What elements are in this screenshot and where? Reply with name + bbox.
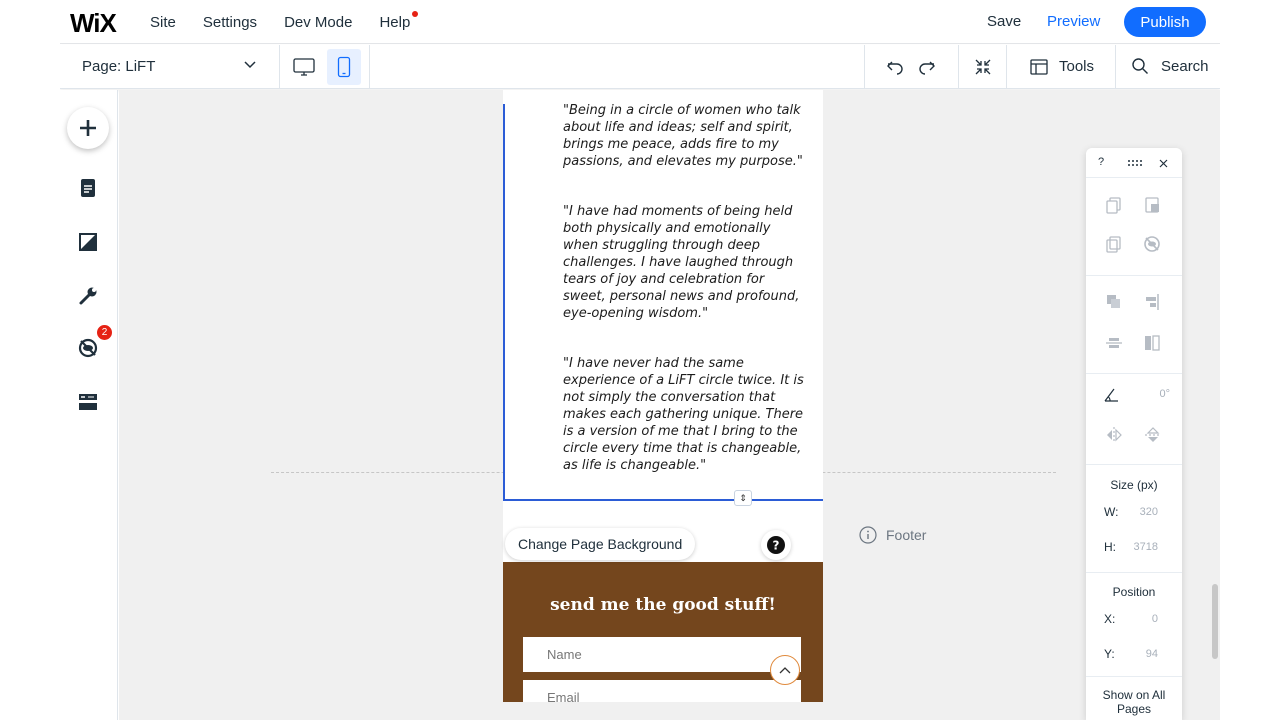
paste-icon[interactable] <box>1143 196 1161 214</box>
page-selector[interactable]: Page: LiFT <box>82 58 155 75</box>
preview-button[interactable]: Preview <box>1047 13 1100 30</box>
panel-divider <box>1086 275 1182 276</box>
testimonial-quote-3: "I have never had the same experience of… <box>563 356 804 473</box>
editor-toolbar: Page: LiFT Tools Search <box>60 45 1220 89</box>
zoom-out-icon[interactable] <box>973 57 993 77</box>
left-sidebar: 2 <box>60 90 118 720</box>
panel-divider <box>1086 464 1182 465</box>
panel-divider <box>1086 373 1182 374</box>
testimonial-quote-2: "I have had moments of being held both p… <box>563 204 800 321</box>
scroll-up-button[interactable] <box>770 655 800 685</box>
testimonial-quote-1: "Being in a circle of women who talk abo… <box>563 103 803 169</box>
distribute-icon[interactable] <box>1105 334 1123 352</box>
mobile-icon <box>337 56 351 78</box>
layout-tools-panel: ? 0° Size (px) W: 320 H: 3718 Position X… <box>1086 148 1182 720</box>
panel-header: ? <box>1086 148 1182 178</box>
height-label: H: <box>1104 540 1116 554</box>
flip-horizontal-icon[interactable] <box>1105 426 1123 444</box>
mobile-page: "Being in a circle of women who talk abo… <box>503 90 823 702</box>
divider <box>958 45 959 89</box>
canvas-scrollbar[interactable] <box>1212 584 1218 659</box>
search-button[interactable]: Search <box>1161 58 1209 75</box>
hide-icon[interactable] <box>1143 235 1161 253</box>
notification-dot <box>412 10 419 17</box>
divider <box>864 45 865 89</box>
publish-button[interactable]: Publish <box>1124 7 1206 37</box>
close-icon[interactable] <box>1159 159 1168 168</box>
nav-help[interactable]: Help <box>379 10 419 31</box>
design-icon[interactable] <box>78 232 98 252</box>
question-icon: ? <box>767 536 785 554</box>
notification-badge: 2 <box>97 325 112 340</box>
divider <box>369 45 370 89</box>
undo-icon[interactable] <box>885 58 905 76</box>
nav-site[interactable]: Site <box>150 14 176 31</box>
footer-label[interactable]: Footer <box>859 526 926 544</box>
copy-icon[interactable] <box>1105 196 1123 214</box>
hidden-elements-icon[interactable] <box>78 338 98 358</box>
layers-icon[interactable] <box>78 392 98 412</box>
change-page-background-button[interactable]: Change Page Background <box>505 528 696 560</box>
redo-icon[interactable] <box>917 58 937 76</box>
y-value[interactable]: 94 <box>1146 648 1158 660</box>
svg-text:?: ? <box>773 539 780 553</box>
editor-frame: WiX Site Settings Dev Mode Help Save Pre… <box>60 0 1220 720</box>
plus-icon <box>80 120 96 136</box>
x-value[interactable]: 0 <box>1152 613 1158 625</box>
height-value[interactable]: 3718 <box>1134 541 1158 553</box>
pages-icon[interactable] <box>78 178 98 198</box>
x-label: X: <box>1104 612 1116 626</box>
match-size-icon[interactable] <box>1143 334 1161 352</box>
info-icon <box>859 526 877 544</box>
tools-icon[interactable] <box>1030 58 1048 76</box>
wix-logo[interactable]: WiX <box>70 8 117 39</box>
nav-settings[interactable]: Settings <box>203 14 257 31</box>
top-nav: Site Settings Dev Mode Help <box>150 0 437 44</box>
email-field[interactable]: Email <box>523 680 801 702</box>
desktop-icon[interactable] <box>292 56 316 78</box>
y-label: Y: <box>1104 647 1115 661</box>
wrench-icon[interactable] <box>78 286 98 306</box>
panel-divider <box>1086 572 1182 573</box>
search-icon[interactable] <box>1131 57 1149 75</box>
show-on-all-pages-label[interactable]: Show on All Pages <box>1086 688 1182 716</box>
duplicate-icon[interactable] <box>1105 235 1123 253</box>
chevron-down-icon[interactable] <box>243 57 257 71</box>
width-label: W: <box>1104 505 1119 519</box>
divider <box>1115 45 1116 89</box>
drag-handle-icon[interactable] <box>1127 160 1143 166</box>
footer-label-text: Footer <box>886 527 927 543</box>
divider <box>279 45 280 89</box>
arrange-icon[interactable] <box>1105 293 1123 311</box>
stretch-handle-icon[interactable]: ⇕ <box>734 490 752 506</box>
width-value[interactable]: 320 <box>1140 506 1158 518</box>
mobile-view-toggle[interactable] <box>327 49 361 85</box>
editor-canvas[interactable]: "Being in a circle of women who talk abo… <box>119 90 1220 720</box>
size-title: Size (px) <box>1110 478 1158 492</box>
panel-divider <box>1086 676 1182 677</box>
align-right-icon[interactable] <box>1143 293 1161 311</box>
rotate-icon[interactable] <box>1103 386 1121 404</box>
divider <box>1006 45 1007 89</box>
save-button[interactable]: Save <box>987 13 1021 30</box>
position-title: Position <box>1112 585 1156 599</box>
help-button[interactable]: ? <box>761 530 791 560</box>
add-elements-button[interactable] <box>67 107 109 149</box>
footer-title: send me the good stuff! <box>550 595 776 615</box>
rotation-value[interactable]: 0° <box>1159 388 1170 400</box>
panel-help-icon[interactable]: ? <box>1098 156 1104 168</box>
top-bar: WiX Site Settings Dev Mode Help Save Pre… <box>60 0 1220 44</box>
nav-dev-mode[interactable]: Dev Mode <box>284 14 352 31</box>
tools-button[interactable]: Tools <box>1059 58 1094 75</box>
flip-vertical-icon[interactable] <box>1144 426 1162 444</box>
nav-help-label: Help <box>379 13 411 31</box>
chevron-up-icon <box>779 667 791 674</box>
name-field[interactable]: Name <box>523 637 801 672</box>
app-window: WiX Site Settings Dev Mode Help Save Pre… <box>0 0 1280 720</box>
